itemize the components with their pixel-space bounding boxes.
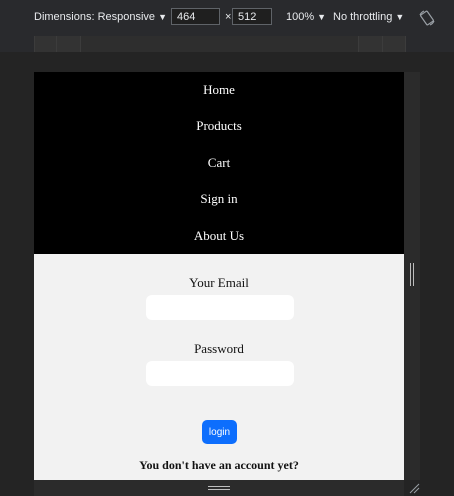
ruler-segment[interactable] bbox=[80, 36, 359, 52]
times-sign: × bbox=[225, 11, 232, 23]
ruler-segment[interactable] bbox=[34, 36, 57, 52]
ruler-segment[interactable] bbox=[358, 36, 383, 52]
bottom-resize-bar[interactable] bbox=[34, 480, 404, 496]
dimensions-label: Dimensions: Responsive bbox=[34, 11, 156, 23]
email-field[interactable] bbox=[146, 295, 294, 320]
zoom-dropdown[interactable]: 100% ▼ bbox=[286, 11, 326, 23]
media-query-ruler bbox=[0, 36, 454, 52]
ruler-segment[interactable] bbox=[56, 36, 81, 52]
no-account-text: You don't have an account yet? bbox=[139, 458, 299, 472]
password-label: Password bbox=[194, 341, 244, 356]
nav-sign-in-link[interactable]: Sign in bbox=[34, 191, 404, 207]
login-button[interactable]: login bbox=[202, 420, 237, 444]
email-label: Your Email bbox=[189, 275, 249, 290]
height-input[interactable]: 512 bbox=[232, 8, 272, 25]
nav-cart-link[interactable]: Cart bbox=[34, 155, 404, 171]
password-field[interactable] bbox=[146, 361, 294, 386]
zoom-label: 100% bbox=[286, 11, 315, 23]
devtools-toolbar: Dimensions: Responsive ▼ 464 × 512 100% ▼ … bbox=[0, 0, 454, 36]
nav-products-link[interactable]: Products bbox=[34, 118, 404, 134]
throttle-dropdown[interactable]: No throttling ▼ bbox=[333, 11, 404, 23]
throttle-label: No throttling bbox=[333, 11, 393, 23]
bottom-resize-handle-icon[interactable] bbox=[208, 486, 230, 490]
dimensions-caret-icon: ▼ bbox=[158, 12, 167, 22]
rotate-icon[interactable] bbox=[418, 9, 436, 27]
width-input[interactable]: 464 bbox=[171, 8, 220, 25]
navbar: Home Products Cart Sign in About Us bbox=[34, 72, 404, 254]
nav-about-us-link[interactable]: About Us bbox=[34, 228, 404, 244]
device-viewport: Home Products Cart Sign in About Us Your… bbox=[34, 72, 404, 480]
throttle-caret-icon: ▼ bbox=[395, 12, 405, 22]
ruler-segment[interactable] bbox=[382, 36, 406, 52]
right-resize-handle-icon[interactable] bbox=[410, 263, 414, 286]
nav-home-link[interactable]: Home bbox=[34, 82, 404, 98]
dimensions-dropdown[interactable]: Dimensions: Responsive ▼ bbox=[34, 11, 167, 23]
zoom-caret-icon: ▼ bbox=[317, 12, 327, 22]
corner-resize-icon[interactable] bbox=[408, 482, 420, 494]
